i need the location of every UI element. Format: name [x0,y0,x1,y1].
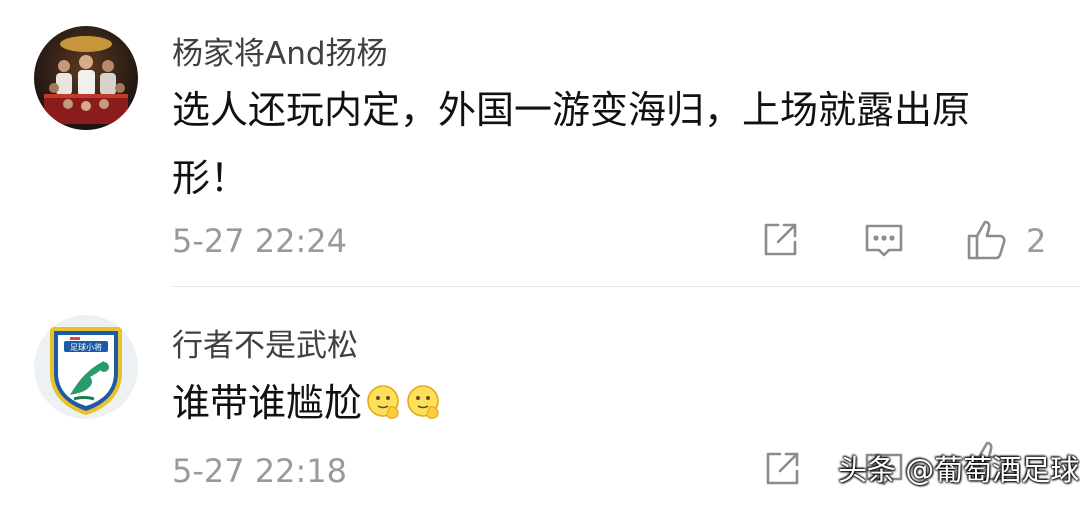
comment-item: 足球小将 行者不是武松 谁带谁尴尬 5-27 22:18 头条 @葡萄酒足球 [0,287,1080,509]
comment-text: 谁带谁尴尬 [172,369,1032,437]
username[interactable]: 杨家将And扬杨 [172,28,388,73]
thumbs-up-icon[interactable] [964,216,1008,260]
salute-emoji-icon [364,374,402,419]
salute-emoji-icon [404,374,442,419]
reply-icon[interactable] [862,218,906,262]
like-count: 2 [1026,222,1047,260]
football-club-badge-icon: 足球小将 [34,315,138,419]
comment-item: 杨家将And扬杨 选人还玩内定，外国一游变海归，上场就露出原形！ 5-27 22… [0,0,1080,286]
username[interactable]: 行者不是武松 [172,320,358,365]
avatar[interactable] [34,26,138,130]
timestamp: 5-27 22:18 [172,452,348,490]
share-icon[interactable] [758,218,802,262]
share-icon[interactable] [760,447,804,491]
basketball-team-photo-icon [34,26,138,130]
comment-text-content: 谁带谁尴尬 [172,381,363,425]
badge-text: 足球小将 [70,342,102,352]
timestamp: 5-27 22:24 [172,222,348,260]
avatar[interactable]: 足球小将 [34,315,138,419]
watermark: 头条 @葡萄酒足球 [838,453,1080,487]
comment-text: 选人还玩内定，外国一游变海归，上场就露出原形！ [172,88,971,200]
